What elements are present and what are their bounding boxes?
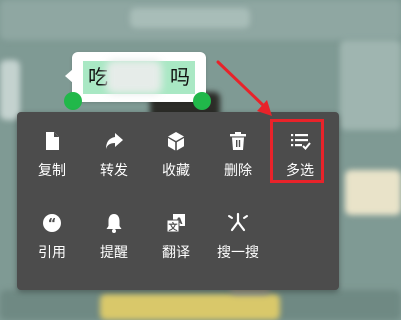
menu-item-quote[interactable]: “ 引用 xyxy=(21,206,83,268)
message-text-start: 吃 xyxy=(88,65,108,89)
menu-item-favorite[interactable]: 收藏 xyxy=(145,124,207,186)
menu-item-copy[interactable]: 复制 xyxy=(21,124,83,186)
menu-item-label: 复制 xyxy=(38,163,66,179)
menu-item-label: 删除 xyxy=(224,163,252,179)
message-text-end: 吗 xyxy=(170,65,190,89)
menu-item-translate[interactable]: A 文 翻译 xyxy=(145,206,207,268)
selection-handle-start[interactable] xyxy=(64,92,82,110)
menu-item-label: 转发 xyxy=(100,163,128,179)
menu-item-search[interactable]: 搜一搜 xyxy=(207,206,269,268)
search-sparkle-icon xyxy=(228,212,248,232)
file-copy-icon xyxy=(46,132,59,150)
quote-icon: “ xyxy=(43,214,61,232)
trash-icon xyxy=(230,132,246,150)
forward-arrow-icon xyxy=(106,133,123,149)
redacted-text xyxy=(106,60,162,94)
bell-icon xyxy=(106,214,122,233)
selected-message-bubble[interactable]: 吃 吗 xyxy=(65,52,206,102)
selection-handle-end[interactable] xyxy=(193,92,211,110)
menu-item-label: 收藏 xyxy=(162,163,190,179)
menu-item-label: 引用 xyxy=(38,245,66,261)
menu-item-label: 提醒 xyxy=(100,245,128,261)
menu-item-forward[interactable]: 转发 xyxy=(83,124,145,186)
svg-text:文: 文 xyxy=(167,221,178,233)
translate-icon: A 文 xyxy=(166,214,185,233)
svg-text:“: “ xyxy=(48,217,57,232)
menu-item-label: 翻译 xyxy=(162,245,190,261)
annotation-highlight-box xyxy=(270,119,324,183)
menu-item-delete[interactable]: 删除 xyxy=(207,124,269,186)
menu-item-remind[interactable]: 提醒 xyxy=(83,206,145,268)
menu-item-label: 搜一搜 xyxy=(217,245,259,261)
cube-favorite-icon xyxy=(168,132,184,151)
